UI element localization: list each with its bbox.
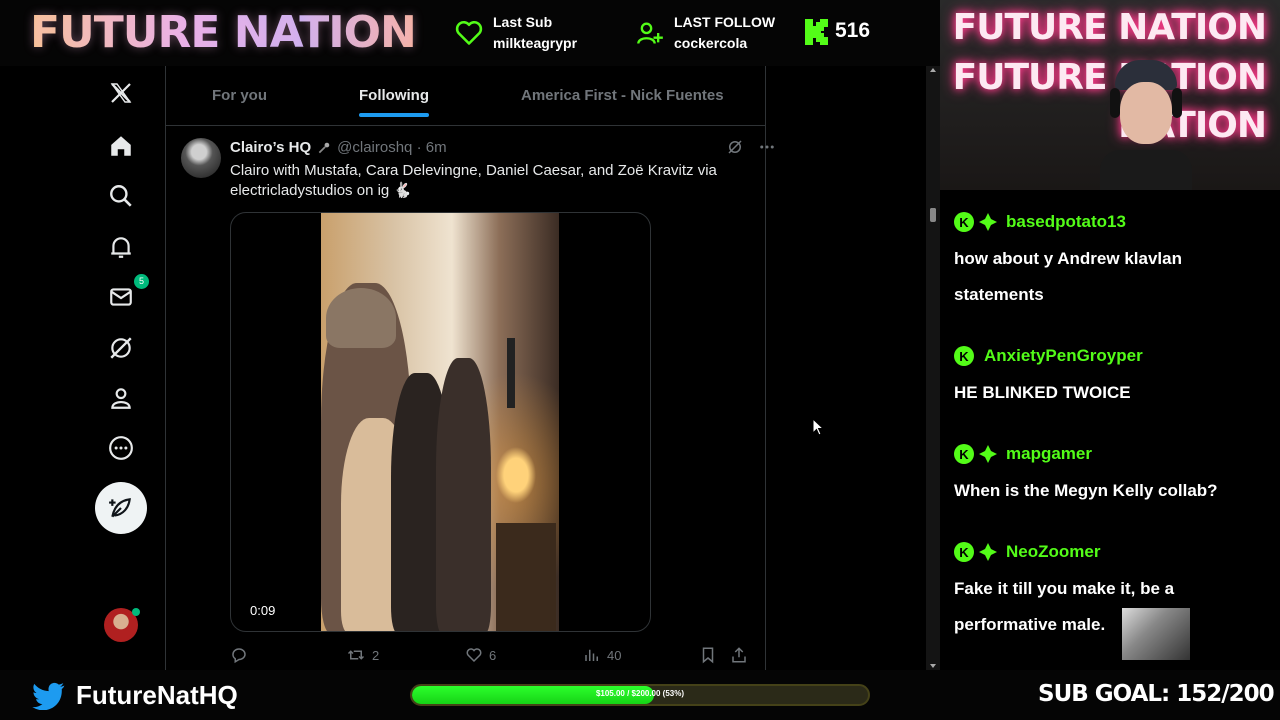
chat-text: Fake it till you make it, be a performat… (954, 579, 1175, 634)
webcam-feed: FUTURE NATION FUTURE NATION NATION (940, 0, 1280, 190)
last-follow-widget: LAST FOLLOW cockercola (636, 12, 775, 54)
tab-for-you[interactable]: For you (212, 87, 267, 104)
add-user-icon (637, 22, 663, 44)
messages-badge: 5 (134, 274, 149, 289)
bell-icon[interactable] (106, 232, 136, 262)
stream-chat: K basedpotato13 how about y Andrew klavl… (930, 190, 1280, 670)
like-count: 6 (489, 647, 497, 663)
scroll-down-arrow-icon[interactable] (929, 662, 937, 670)
video-frame (321, 213, 559, 631)
tweet-author-avatar[interactable] (181, 138, 221, 178)
kick-badge-icon: K (954, 542, 974, 562)
twitter-bird-icon (32, 682, 65, 710)
chat-username[interactable]: basedpotato13 (1006, 212, 1126, 232)
repost-icon (347, 650, 365, 660)
sub-goal-text: SUB GOAL: 152/200 (1038, 681, 1275, 707)
mail-icon[interactable]: 5 (106, 274, 149, 312)
last-follow-user: cockercola (674, 35, 748, 51)
timeline-tabs: For you Following America First - Nick F… (166, 66, 765, 126)
kick-badge-icon: K (954, 212, 974, 232)
tweet-author-name[interactable]: Clairo’s HQ (230, 139, 311, 156)
kick-badge-icon: K (954, 346, 974, 366)
bookmark-button[interactable] (699, 646, 717, 664)
chat-username[interactable]: NeoZoomer (1006, 542, 1100, 562)
share-button[interactable] (730, 646, 748, 664)
tab-following[interactable]: Following (359, 87, 429, 117)
reply-icon (232, 648, 246, 664)
views-button[interactable]: 40 (583, 646, 621, 664)
scroll-up-arrow-icon[interactable] (929, 66, 937, 74)
twitter-page: 5 For you Following America First - Nick… (0, 66, 926, 670)
chat-message: K mapgamer When is the Megyn Kelly colla… (954, 444, 1270, 509)
stream-bottom-bar: FutureNatHQ $105.00 / $200.00 (53%) SUB … (0, 670, 1280, 720)
kick-logo-icon (805, 19, 828, 45)
compose-post-button[interactable] (95, 482, 147, 534)
last-sub-label: Last Sub (493, 14, 553, 30)
feather-icon (109, 498, 131, 518)
more-horizontal-icon[interactable] (758, 138, 776, 156)
x-logo-icon[interactable] (106, 78, 136, 108)
chat-message: K AnxietyPenGroyper HE BLINKED TWOICE (954, 346, 1270, 411)
chat-username[interactable]: AnxietyPenGroyper (984, 346, 1143, 366)
home-icon[interactable] (106, 131, 136, 161)
account-avatar[interactable] (104, 608, 140, 642)
like-button[interactable]: 6 (465, 646, 496, 664)
mouse-cursor-icon (812, 418, 824, 436)
chat-text: HE BLINKED TWOICE (954, 383, 1131, 402)
heart-outline-icon (466, 648, 482, 663)
donation-goal-bar: $105.00 / $200.00 (53%) (410, 684, 870, 706)
microphone-emoji-icon (318, 142, 330, 153)
view-count: 40 (607, 647, 622, 663)
grok-explain-icon[interactable] (726, 138, 744, 156)
donation-goal-label: $105.00 / $200.00 (53%) (595, 689, 685, 698)
tweet-handle-time[interactable]: @clairoshq · 6m (337, 139, 446, 156)
twitter-handle: FutureNatHQ (76, 680, 238, 710)
page-scrollbar[interactable] (926, 66, 940, 670)
grok-icon[interactable] (106, 333, 136, 363)
kick-badge-icon: K (954, 444, 974, 464)
views-chart-icon (585, 649, 598, 661)
more-options-icon[interactable] (106, 433, 136, 463)
chat-emote-image (1122, 608, 1190, 660)
repost-button[interactable]: 2 (346, 646, 379, 664)
kick-follower-count: 516 (835, 19, 871, 42)
chat-message: K basedpotato13 how about y Andrew klavl… (954, 212, 1270, 313)
chat-text: When is the Megyn Kelly collab? (954, 481, 1218, 500)
bookmark-icon (702, 647, 714, 664)
diamond-badge-icon (978, 444, 998, 464)
future-nation-logo: FUTURE NATION (30, 7, 417, 58)
tweet[interactable]: Clairo’s HQ @clairoshq · 6m Clairo with … (166, 126, 774, 670)
chat-text: how about y Andrew klavlan statements (954, 249, 1182, 304)
share-icon (732, 647, 746, 663)
search-icon[interactable] (106, 181, 136, 211)
chat-message: K NeoZoomer Fake it till you make it, be… (954, 542, 1270, 643)
sidebar-nav: 5 (94, 66, 149, 670)
heart-icon (455, 20, 483, 45)
neon-sign-line-1: FUTURE NATION (952, 7, 1267, 48)
streamer-figure (1100, 60, 1192, 190)
diamond-badge-icon (978, 212, 998, 232)
last-follow-label: LAST FOLLOW (674, 14, 776, 30)
diamond-badge-icon (978, 542, 998, 562)
last-sub-widget: Last Sub milkteagrypr (455, 12, 577, 54)
repost-count: 2 (372, 647, 380, 663)
chat-username[interactable]: mapgamer (1006, 444, 1092, 464)
profile-icon[interactable] (106, 383, 136, 413)
tweet-actions: 2 6 40 (230, 646, 750, 666)
reply-button[interactable] (230, 646, 248, 664)
tab-america-first[interactable]: America First - Nick Fuentes (521, 87, 724, 104)
chat-scrollbar-thumb[interactable] (930, 208, 936, 222)
video-timestamp: 0:09 (250, 603, 276, 618)
twitter-handle-widget: FutureNatHQ (32, 680, 238, 711)
stream-top-bar: FUTURE NATION Last Sub milkteagrypr LAST… (0, 0, 940, 66)
tweet-text: Clairo with Mustafa, Cara Delevingne, Da… (230, 162, 717, 199)
tweet-video[interactable]: 0:09 (230, 212, 651, 632)
last-sub-user: milkteagrypr (493, 35, 578, 51)
